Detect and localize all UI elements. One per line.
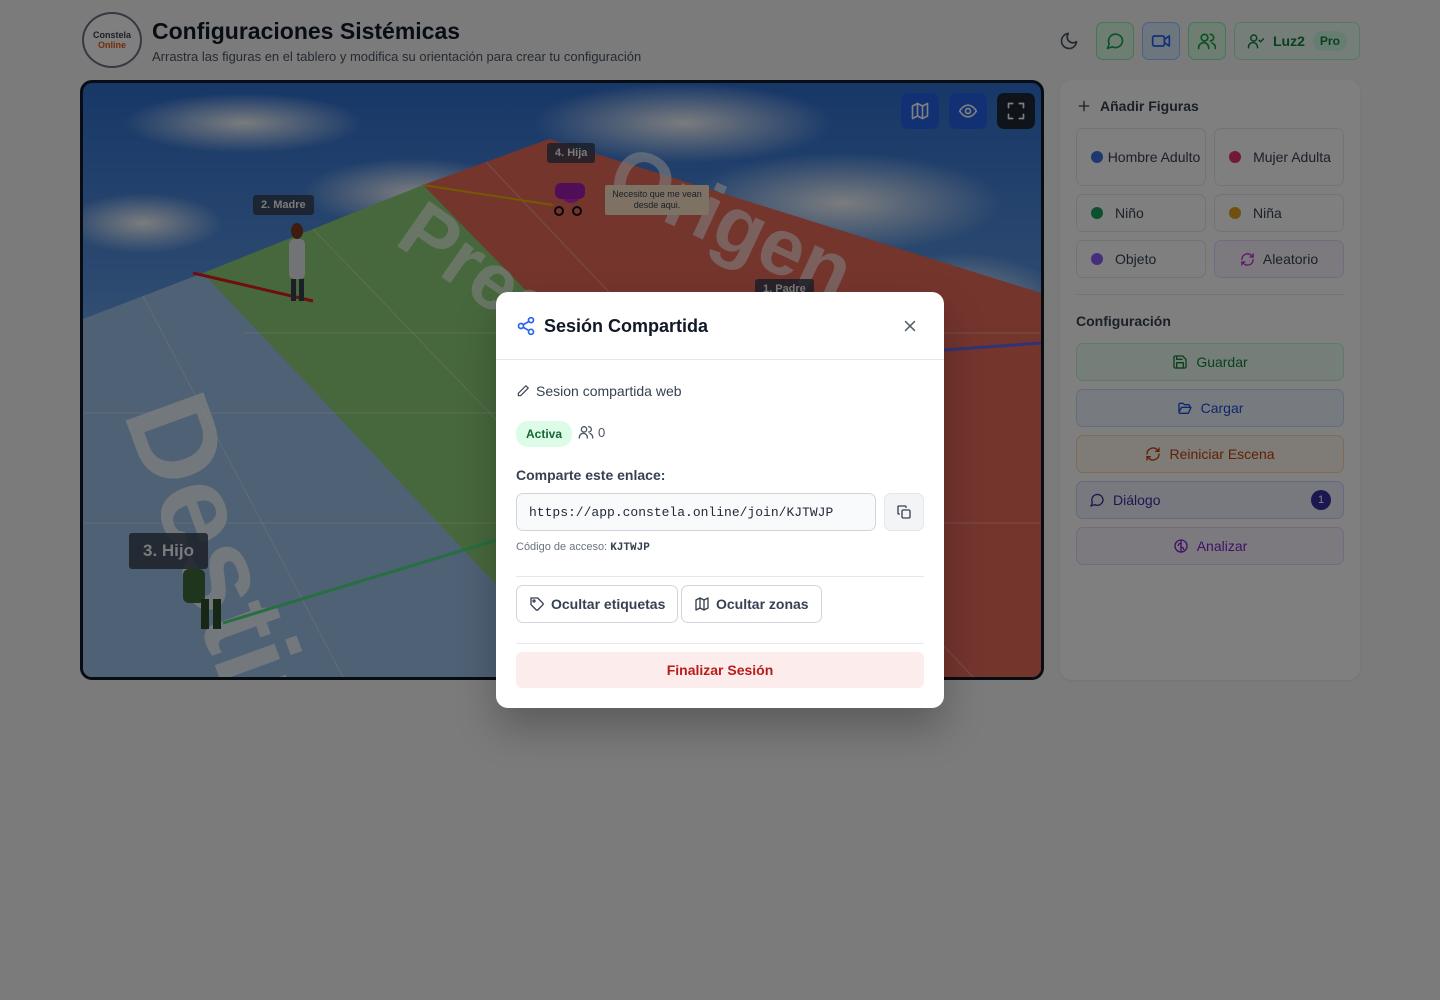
close-icon — [904, 320, 916, 332]
hide-labels-label: Ocultar etiquetas — [551, 596, 666, 612]
access-code-label: Código de acceso: — [516, 541, 608, 553]
modal-header: Sesión Compartida — [496, 292, 944, 360]
status-badge: Activa — [516, 421, 573, 447]
users-icon — [578, 426, 594, 439]
access-code-row: Código de acceso: KJTWJP — [516, 541, 650, 554]
participant-count-value: 0 — [598, 424, 606, 440]
shared-session-modal: Sesión Compartida Sesion compartida web … — [496, 292, 944, 708]
participant-count: 0 — [578, 424, 605, 440]
close-button[interactable] — [898, 314, 922, 338]
share-link-field[interactable]: https://app.constela.online/join/KJTWJP — [516, 493, 876, 531]
modal-divider — [516, 576, 924, 577]
copy-icon — [897, 505, 911, 519]
access-code: KJTWJP — [610, 542, 650, 554]
map-icon — [695, 597, 709, 611]
session-name-row[interactable]: Sesion compartida web — [516, 383, 682, 399]
copy-link-button[interactable] — [884, 493, 924, 531]
tag-icon — [530, 597, 544, 611]
share-link-label: Comparte este enlace: — [516, 467, 666, 483]
modal-title: Sesión Compartida — [544, 316, 709, 336]
session-name: Sesion compartida web — [536, 383, 682, 399]
hide-zones-button[interactable]: Ocultar zonas — [681, 585, 822, 623]
end-session-button[interactable]: Finalizar Sesión — [516, 652, 924, 688]
share-icon — [517, 316, 535, 336]
pencil-icon — [517, 385, 529, 397]
hide-labels-button[interactable]: Ocultar etiquetas — [516, 585, 679, 623]
modal-divider — [516, 643, 924, 644]
hide-zones-label: Ocultar zonas — [716, 596, 809, 612]
